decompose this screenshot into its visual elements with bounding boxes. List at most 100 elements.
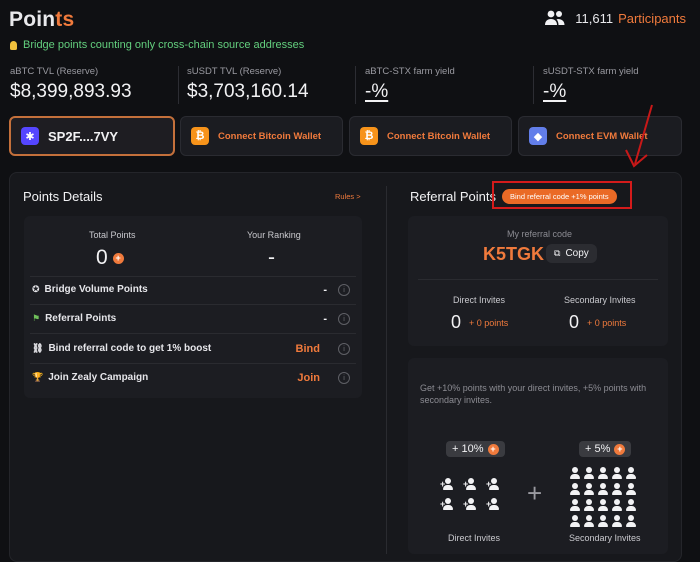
divider — [418, 279, 658, 280]
direct-invites-caption: Direct Invites — [448, 533, 501, 543]
direct-invites-bonus: + 0 points — [469, 318, 509, 328]
secondary-invites-group-icon — [568, 466, 640, 528]
row-referral-points: ⚑ Referral Points - i — [32, 313, 350, 327]
user-icon — [582, 482, 596, 496]
stat-value[interactable]: -% — [365, 81, 535, 103]
user-icon — [610, 482, 624, 496]
user-icon — [596, 498, 610, 512]
stat-label: sUSDT-STX farm yield — [543, 66, 639, 77]
referral-points-heading: Referral Points — [410, 189, 496, 204]
stat-value: $8,399,893.93 — [10, 81, 132, 102]
divider — [355, 66, 356, 104]
divider — [30, 304, 356, 305]
medal-icon: ✪ — [32, 284, 40, 294]
points-icon: + — [614, 443, 626, 455]
plus-icon: + — [527, 478, 543, 508]
bind-link[interactable]: Bind — [296, 343, 320, 355]
row-bind-referral: ⛓ Bind referral code to get 1% boost Bind… — [32, 343, 350, 357]
ranking-label: Your Ranking — [247, 230, 301, 240]
panel-divider — [386, 186, 387, 554]
stat-abtc-tvl: aBTC TVL (Reserve) $8,399,893.93 — [10, 66, 180, 103]
direct-invites-group-icon: + + + + + + — [440, 477, 510, 511]
user-icon — [624, 514, 638, 528]
points-icon: + — [112, 252, 124, 264]
user-icon — [624, 466, 638, 480]
connect-bitcoin-wallet-button[interactable]: ₿ Connect Bitcoin Wallet — [180, 116, 343, 156]
divider — [30, 363, 356, 364]
direct-pct-badge: + 10% + — [446, 441, 505, 457]
row-label: Referral Points — [45, 313, 117, 324]
user-icon — [582, 514, 596, 528]
user-icon — [596, 466, 610, 480]
direct-pct: + 10% — [452, 443, 484, 455]
info-icon[interactable]: i — [338, 372, 350, 384]
user-icon — [610, 514, 624, 528]
secondary-invites-caption: Secondary Invites — [569, 533, 641, 543]
add-user-icon: + — [463, 477, 479, 491]
connect-bitcoin-wallet-button-2[interactable]: ₿ Connect Bitcoin Wallet — [349, 116, 512, 156]
add-user-icon: + — [486, 477, 502, 491]
divider — [30, 333, 356, 334]
stat-susdt-yield: sUSDT-STX farm yield -% — [543, 66, 700, 103]
secondary-invites-bonus: + 0 points — [587, 318, 627, 328]
user-icon — [582, 498, 596, 512]
wallet-address: SP2F....7VY — [48, 128, 119, 144]
row-bridge-volume: ✪ Bridge Volume Points - i — [32, 284, 350, 298]
stat-value: $3,703,160.14 — [187, 81, 309, 102]
info-icon[interactable]: i — [338, 343, 350, 355]
row-value: - — [323, 313, 327, 325]
flag-icon: ⚑ — [32, 313, 41, 323]
bitcoin-icon: ₿ — [360, 127, 378, 145]
divider — [178, 66, 179, 104]
wallet-label: Connect Bitcoin Wallet — [218, 130, 322, 142]
user-icon — [568, 482, 582, 496]
secondary-pct: + 5% — [585, 443, 611, 455]
divider — [30, 276, 356, 277]
user-icon — [568, 498, 582, 512]
referral-code-label: My referral code — [507, 229, 573, 239]
annotation-arrow-icon — [625, 104, 653, 168]
total-points-label: Total Points — [89, 230, 136, 240]
participants-counter: 11,611 Participants — [544, 10, 686, 26]
rules-link[interactable]: Rules > — [335, 192, 361, 201]
stacks-icon: ✱ — [21, 127, 39, 145]
secondary-invites-label: Secondary Invites — [564, 295, 636, 305]
points-details-heading: Points Details — [23, 189, 103, 204]
user-icon — [596, 514, 610, 528]
user-icon — [624, 482, 638, 496]
bind-referral-badge[interactable]: Bind referral code +1% points — [502, 189, 617, 204]
notice-banner: Bridge points counting only cross-chain … — [10, 39, 304, 51]
stat-label: aBTC TVL (Reserve) — [10, 66, 99, 77]
row-label: Bridge Volume Points — [44, 284, 148, 295]
add-user-icon: + — [463, 497, 479, 511]
stat-susdt-tvl: sUSDT TVL (Reserve) $3,703,160.14 — [187, 66, 357, 103]
wallet-label: Connect Bitcoin Wallet — [387, 130, 491, 142]
page-title: Points — [9, 8, 75, 31]
total-points: 0 + — [96, 246, 124, 270]
trophy-icon: 🏆 — [32, 372, 44, 382]
secondary-invites-value: 0 — [569, 312, 580, 332]
stacks-wallet-button[interactable]: ✱ SP2F....7VY — [9, 116, 175, 156]
info-icon[interactable]: i — [338, 313, 350, 325]
add-user-icon: + — [440, 477, 456, 491]
participants-label: Participants — [618, 10, 686, 26]
copy-icon: ⧉ — [554, 248, 561, 258]
copy-button[interactable]: ⧉ Copy — [546, 244, 597, 263]
direct-invites-label: Direct Invites — [453, 295, 506, 305]
ranking-value: - — [268, 246, 275, 269]
join-link[interactable]: Join — [297, 372, 320, 384]
stat-label: aBTC-STX farm yield — [365, 66, 455, 77]
row-zealy: 🏆 Join Zealy Campaign Join i — [32, 372, 350, 386]
divider — [533, 66, 534, 104]
user-icon — [610, 466, 624, 480]
user-icon — [624, 498, 638, 512]
user-icon — [596, 482, 610, 496]
stat-value[interactable]: -% — [543, 81, 700, 103]
link-icon: ⛓ — [32, 343, 44, 353]
points-card — [24, 216, 362, 398]
points-icon: + — [487, 443, 499, 455]
secondary-pct-badge: + 5% + — [579, 441, 632, 457]
stat-abtc-yield: aBTC-STX farm yield -% — [365, 66, 535, 103]
info-icon[interactable]: i — [338, 284, 350, 296]
total-points-value: 0 — [96, 246, 108, 269]
